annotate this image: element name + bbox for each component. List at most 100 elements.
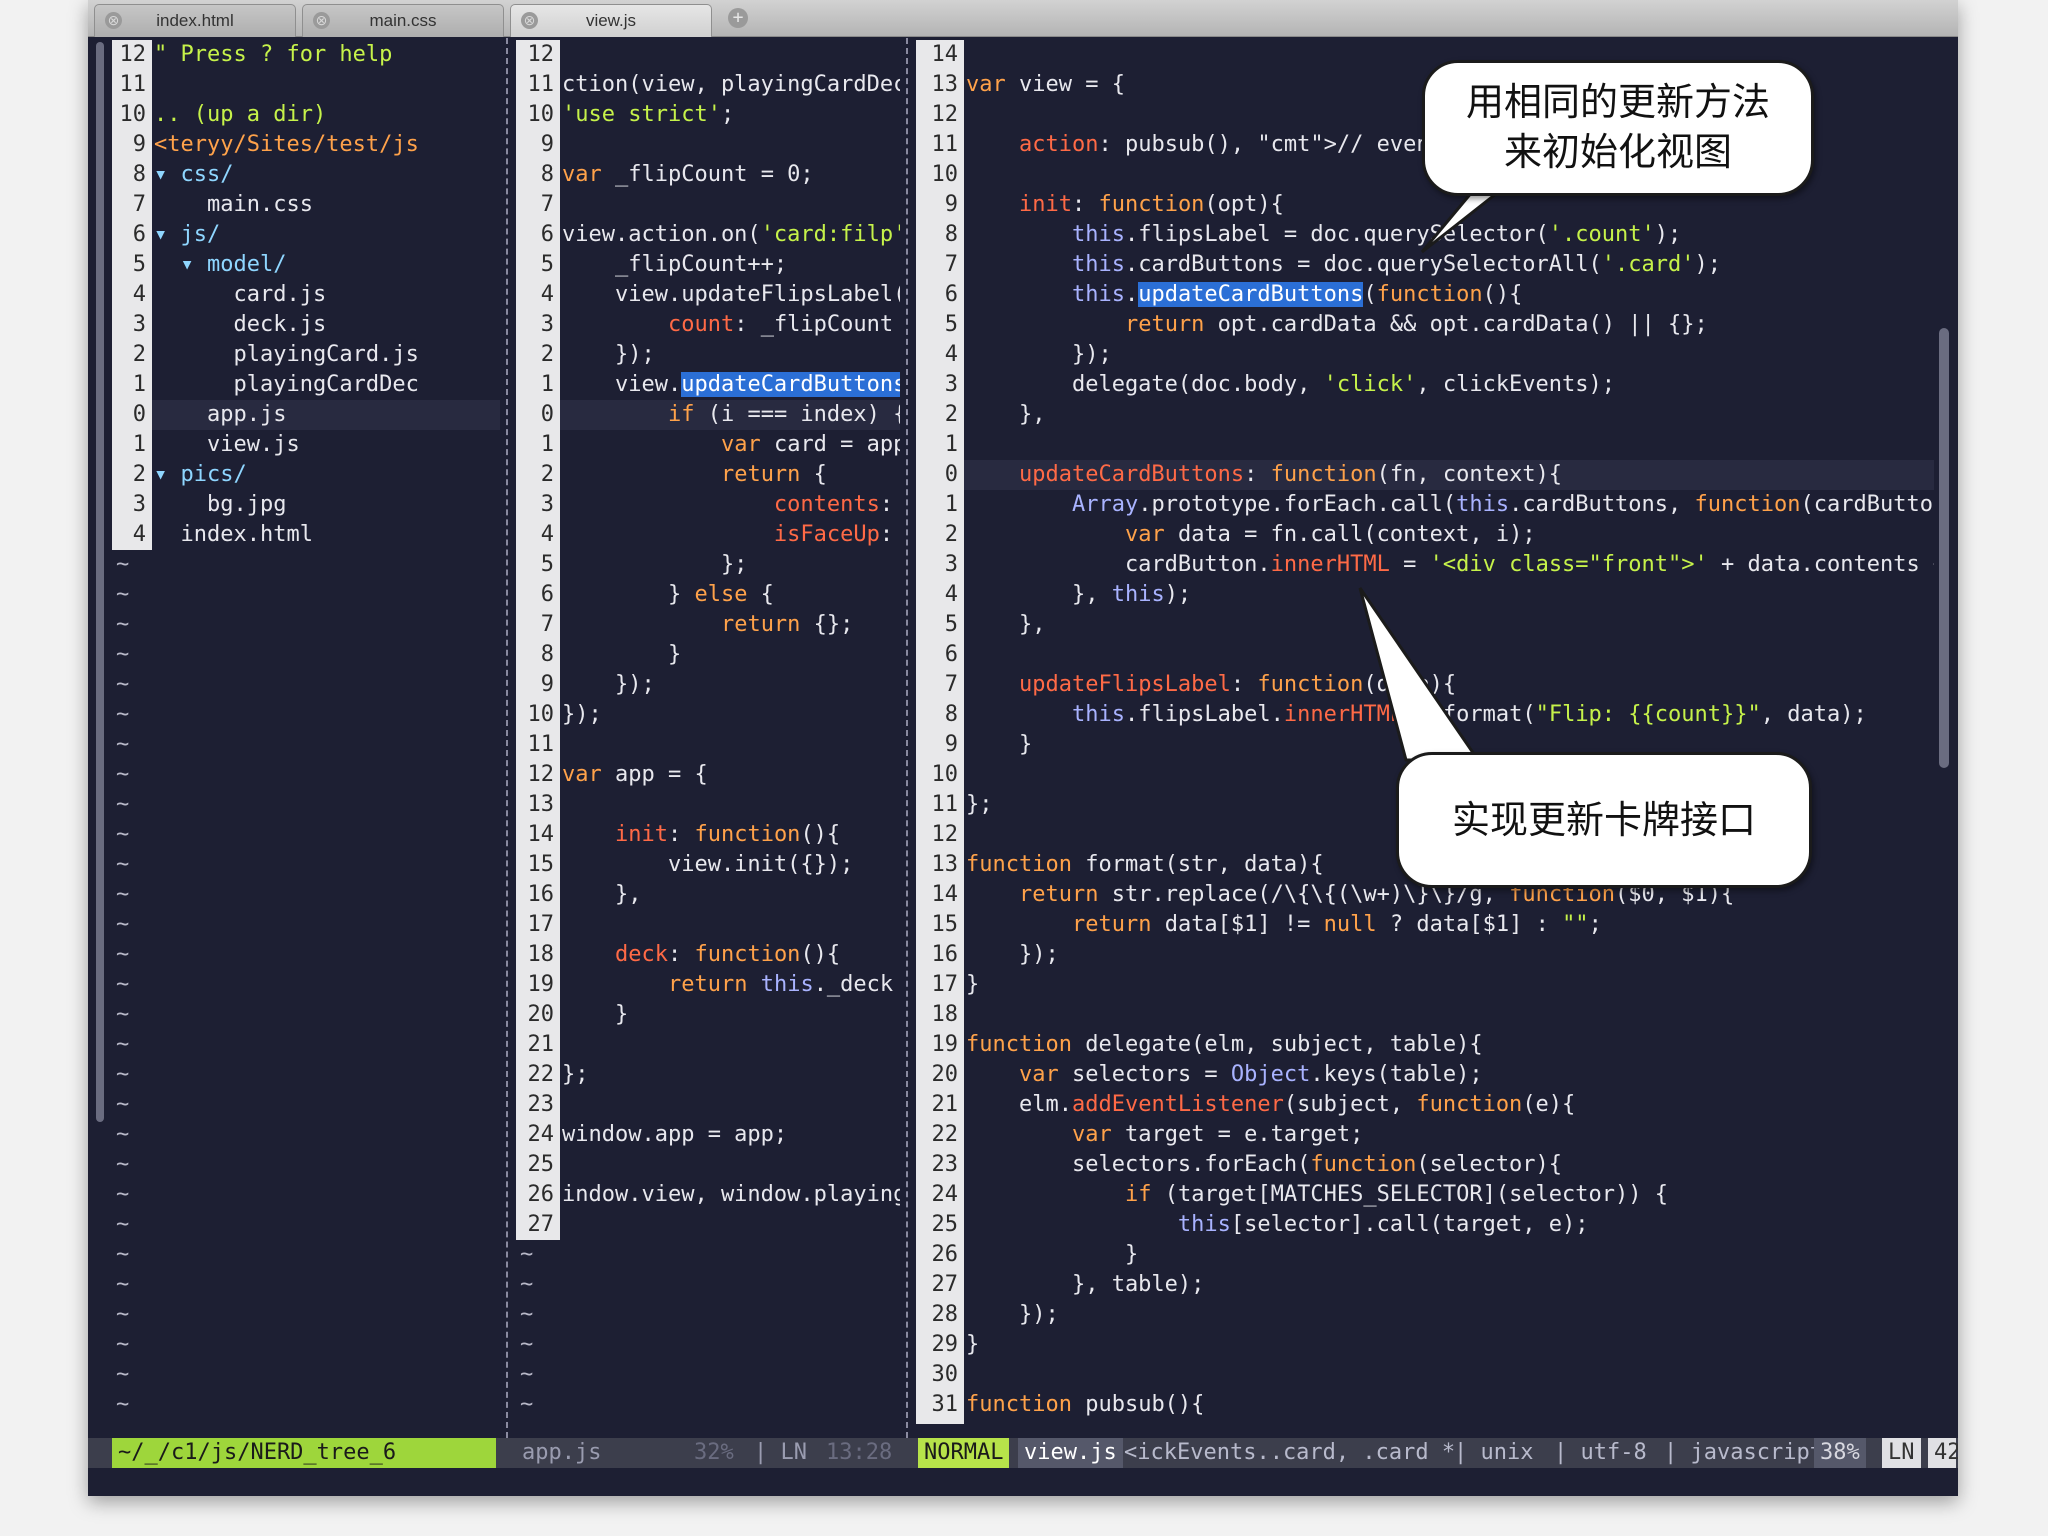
tree-line[interactable]: 2 ▾ pics/: [112, 460, 506, 490]
tree-line[interactable]: 7 main.css: [112, 190, 506, 220]
app-js-line[interactable]: 6 view.action.on('card:filp',: [516, 220, 902, 250]
app-js-line[interactable]: 11: [516, 730, 902, 760]
app-js-line[interactable]: 7 return {};: [516, 610, 902, 640]
app-js-line[interactable]: 6 } else {: [516, 580, 902, 610]
new-tab-icon[interactable]: +: [728, 8, 748, 28]
app-js-line[interactable]: 20 }: [516, 1000, 902, 1030]
app-js-line[interactable]: 10 'use strict';: [516, 100, 902, 130]
tree-line[interactable]: 11: [112, 70, 506, 100]
app-js-line[interactable]: 22};: [516, 1060, 902, 1090]
view-js-line[interactable]: 30: [916, 1360, 1934, 1390]
tree-line[interactable]: 8 ▾ css/: [112, 160, 506, 190]
view-js-line[interactable]: 1 Array.prototype.forEach.call(this.card…: [916, 490, 1934, 520]
line-number-gutter: 0: [112, 400, 152, 430]
view-js-line[interactable]: 29}: [916, 1330, 1934, 1360]
app-js-line[interactable]: 24 window.app = app;: [516, 1120, 902, 1150]
view-js-line[interactable]: 2 },: [916, 400, 1934, 430]
view-js-line[interactable]: 19 function delegate(elm, subject, table)…: [916, 1030, 1934, 1060]
app-js-line[interactable]: 12: [516, 40, 902, 70]
app-js-pane[interactable]: 12 11 ction(view, playingCardDeck 10'use st…: [516, 38, 902, 1424]
view-tag: <ickEvents..card, .card *: [1124, 1440, 1456, 1465]
tree-line[interactable]: 6 ▾ js/: [112, 220, 506, 250]
app-js-line[interactable]: 14 init: function(){: [516, 820, 902, 850]
tree-line[interactable]: 10 .. (up a dir): [112, 100, 506, 130]
app-js-line[interactable]: 21: [516, 1030, 902, 1060]
app-js-line[interactable]: 0 if (i === index) {: [516, 400, 902, 430]
app-js-line[interactable]: 1 view.updateCardButtons(: [516, 370, 902, 400]
app-js-line[interactable]: 26 indow.view, window.playingC: [516, 1180, 902, 1210]
app-js-line[interactable]: 18 deck: function(){: [516, 940, 902, 970]
view-js-line[interactable]: 31 function pubsub(){: [916, 1390, 1934, 1420]
app-js-line[interactable]: 1 var card = app.: [516, 430, 902, 460]
view-js-line[interactable]: 4 });: [916, 340, 1934, 370]
tree-line[interactable]: 3 bg.jpg: [112, 490, 506, 520]
tree-line[interactable]: 1 playingCardDec: [112, 370, 506, 400]
view-js-line[interactable]: 24 if (target[MATCHES_SELECTOR](selector…: [916, 1180, 1934, 1210]
tree-line[interactable]: 2 playingCard.js: [112, 340, 506, 370]
view-js-line[interactable]: 26 }: [916, 1240, 1934, 1270]
app-js-line[interactable]: 13: [516, 790, 902, 820]
view-js-line[interactable]: 2 var data = fn.call(context, i);: [916, 520, 1934, 550]
app-js-line[interactable]: 10});: [516, 700, 902, 730]
pane-separator[interactable]: [900, 38, 914, 1438]
pane-separator[interactable]: [500, 38, 514, 1438]
view-js-line[interactable]: 1: [916, 430, 1934, 460]
app-js-line[interactable]: 16 },: [516, 880, 902, 910]
view-js-line[interactable]: 3 cardButton.innerHTML = '<div class="fr…: [916, 550, 1934, 580]
app-js-line[interactable]: 8 var _flipCount = 0;: [516, 160, 902, 190]
view-js-line[interactable]: 15 return data[$1] != null ? data[$1] : …: [916, 910, 1934, 940]
app-js-line[interactable]: 2 return {: [516, 460, 902, 490]
view-js-line[interactable]: 6 this.updateCardButtons(function(){: [916, 280, 1934, 310]
tab-view-js[interactable]: ⊗ view.js: [510, 4, 712, 37]
view-js-line[interactable]: 17}: [916, 970, 1934, 1000]
app-js-line[interactable]: 5 };: [516, 550, 902, 580]
view-js-line[interactable]: 28 });: [916, 1300, 1934, 1330]
app-js-line[interactable]: 12 var app = {: [516, 760, 902, 790]
app-js-line[interactable]: 15 view.init({});: [516, 850, 902, 880]
view-js-line[interactable]: 32 var lib = {};: [916, 1420, 1934, 1424]
app-js-line[interactable]: 5 _flipCount++;: [516, 250, 902, 280]
app-js-line[interactable]: 3 count: _flipCount: [516, 310, 902, 340]
view-js-line[interactable]: 0 updateCardButtons: function(fn, contex…: [916, 460, 1934, 490]
view-js-line[interactable]: 18: [916, 1000, 1934, 1030]
view-js-line[interactable]: 23 selectors.forEach(function(selector){: [916, 1150, 1934, 1180]
line-number-gutter: 12: [516, 760, 560, 790]
tree-line[interactable]: 0 app.js: [112, 400, 506, 430]
view-js-line[interactable]: 25 this[selector].call(target, e);: [916, 1210, 1934, 1240]
tree-line[interactable]: 3 deck.js: [112, 310, 506, 340]
tree-line[interactable]: 12 " Press ? for help: [112, 40, 506, 70]
view-js-line[interactable]: 20 var selectors = Object.keys(table);: [916, 1060, 1934, 1090]
tree-line[interactable]: 1 view.js: [112, 430, 506, 460]
app-js-line[interactable]: 9 });: [516, 670, 902, 700]
tab-index-html[interactable]: ⊗ index.html: [94, 4, 296, 37]
view-js-line[interactable]: 27 }, table);: [916, 1270, 1934, 1300]
nerd-tree-pane[interactable]: 12 " Press ? for help 11 10.. (up a dir) 9 <t…: [112, 38, 506, 1424]
tree-line[interactable]: 5 ▾ model/: [112, 250, 506, 280]
app-js-line[interactable]: 8 }: [516, 640, 902, 670]
app-js-line[interactable]: 23: [516, 1090, 902, 1120]
app-js-line[interactable]: 4 isFaceUp: c: [516, 520, 902, 550]
right-scrollbar[interactable]: [1936, 38, 1952, 1428]
tree-line[interactable]: 4 card.js: [112, 280, 506, 310]
tab-main-css[interactable]: ⊗ main.css: [302, 4, 504, 37]
app-js-line[interactable]: 7: [516, 190, 902, 220]
file-encoding: | utf-8: [1554, 1440, 1647, 1465]
view-js-line[interactable]: 21 elm.addEventListener(subject, functio…: [916, 1090, 1934, 1120]
app-js-line[interactable]: 9: [516, 130, 902, 160]
tree-line[interactable]: 9 <teryy/Sites/test/js: [112, 130, 506, 160]
view-js-line[interactable]: 16 });: [916, 940, 1934, 970]
app-js-line[interactable]: 17: [516, 910, 902, 940]
view-js-line[interactable]: 3 delegate(doc.body, 'click', clickEvent…: [916, 370, 1934, 400]
app-js-line[interactable]: 27: [516, 1210, 902, 1240]
app-js-line[interactable]: 3 contents: c: [516, 490, 902, 520]
view-js-line[interactable]: 22 var target = e.target;: [916, 1120, 1934, 1150]
app-js-line[interactable]: 19 return this._deck ||: [516, 970, 902, 1000]
app-js-line[interactable]: 25: [516, 1150, 902, 1180]
app-js-line[interactable]: 2 });: [516, 340, 902, 370]
tree-line[interactable]: 4 index.html: [112, 520, 506, 550]
view-js-line[interactable]: 5 return opt.cardData && opt.cardData() …: [916, 310, 1934, 340]
app-js-line[interactable]: 11 ction(view, playingCardDeck: [516, 70, 902, 100]
app-js-line[interactable]: 4 view.updateFlipsLabel({: [516, 280, 902, 310]
scroll-thumb[interactable]: [1939, 328, 1949, 768]
left-scrollbar[interactable]: [96, 42, 104, 1122]
